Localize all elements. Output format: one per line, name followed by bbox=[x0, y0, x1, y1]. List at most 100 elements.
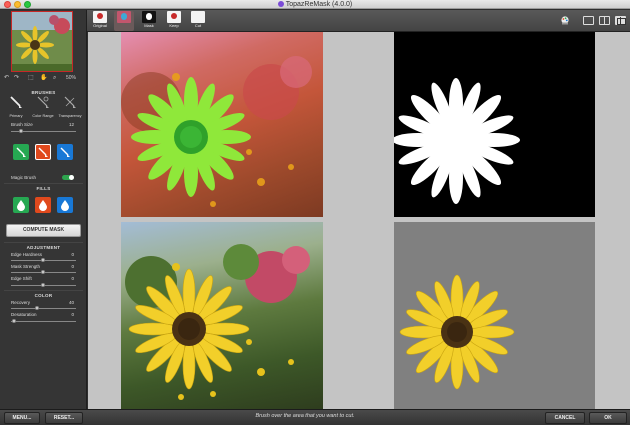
primary-brush-icon bbox=[10, 96, 22, 108]
magic-brush-label: Magic Brush bbox=[11, 175, 37, 180]
cut-result-preview[interactable] bbox=[394, 222, 595, 409]
zoom-icon[interactable]: ⌕ bbox=[53, 74, 56, 82]
paint-icon[interactable] bbox=[560, 16, 570, 25]
compute-brush-button[interactable] bbox=[57, 144, 73, 160]
zoom-level: 50% bbox=[66, 75, 77, 81]
primary-brush-tool[interactable]: Primary bbox=[4, 96, 28, 118]
hand-icon[interactable]: ✋ bbox=[40, 74, 47, 82]
color-range-brush-label: Color Range bbox=[32, 114, 54, 118]
top-toolbar: Original Mask Keep Cut bbox=[0, 10, 630, 32]
view-original-button[interactable]: Original bbox=[90, 11, 110, 31]
left-sidebar: ↶ ↷ ⬚ ✋ ⌕ 50% BRUSHES Primary Color Rang… bbox=[0, 10, 87, 409]
keep-brush-icon bbox=[16, 147, 26, 157]
original-view-icon bbox=[93, 11, 107, 23]
cut-fill-button[interactable] bbox=[35, 197, 51, 213]
split-view-icon[interactable] bbox=[599, 16, 610, 25]
cancel-button[interactable]: CANCEL bbox=[545, 412, 585, 424]
recovery-value: 40 bbox=[68, 300, 74, 305]
original-preview[interactable] bbox=[121, 222, 323, 409]
transparency-brush-label: Transparency bbox=[58, 114, 82, 118]
reset-button[interactable]: RESET... bbox=[45, 412, 83, 424]
color-range-brush-icon bbox=[37, 96, 49, 108]
transparency-brush-tool[interactable]: Transparency bbox=[58, 96, 82, 118]
recovery-knob[interactable] bbox=[35, 306, 39, 310]
original-image bbox=[125, 244, 310, 400]
ok-button[interactable]: OK bbox=[589, 412, 627, 424]
color-title: COLOR bbox=[34, 293, 53, 298]
navigator-thumbnail[interactable] bbox=[11, 11, 73, 72]
edge-shift-value: 0 bbox=[71, 276, 74, 281]
cut-brush-button[interactable] bbox=[35, 144, 51, 160]
overlay-image bbox=[121, 56, 312, 207]
edge-shift-knob[interactable] bbox=[41, 283, 45, 287]
edge-hardness-value: 0 bbox=[71, 252, 74, 257]
fit-icon[interactable]: ⬚ bbox=[28, 74, 34, 82]
cut-result-image bbox=[399, 274, 515, 390]
edge-hardness-label: Edge Hardness bbox=[11, 252, 43, 257]
recovery-label: Recovery bbox=[11, 300, 31, 305]
divider bbox=[4, 183, 83, 184]
compute-fill-icon bbox=[61, 200, 69, 211]
cut-brush-icon bbox=[38, 147, 48, 157]
mask-preview[interactable] bbox=[394, 32, 595, 217]
quad-view-icon[interactable] bbox=[615, 16, 626, 25]
window-title-text: TopazReMask (4.0.0) bbox=[285, 1, 353, 8]
brush-size-value: 12 bbox=[68, 122, 74, 127]
view-keep-label: Keep bbox=[169, 23, 179, 28]
navigator-tools: ↶ ↷ ⬚ ✋ ⌕ 50% bbox=[2, 74, 82, 82]
overlay-preview[interactable] bbox=[121, 32, 323, 217]
overlay-view-icon bbox=[117, 11, 131, 23]
desaturation-slider[interactable] bbox=[11, 319, 76, 323]
edge-shift-label: Edge Shift bbox=[11, 276, 32, 281]
view-mask-label: Mask bbox=[144, 23, 154, 28]
brush-size-knob[interactable] bbox=[19, 129, 23, 133]
desaturation-knob[interactable] bbox=[12, 319, 16, 323]
cut-view-icon bbox=[191, 11, 205, 23]
bottom-bar: MENU... RESET... Brush over the area tha… bbox=[0, 409, 630, 425]
fills-title: FILLS bbox=[36, 186, 51, 191]
divider bbox=[4, 290, 83, 291]
color-range-brush-tool[interactable]: Color Range bbox=[31, 96, 55, 118]
mask-view-icon bbox=[142, 11, 156, 23]
view-cut-button[interactable]: Cut bbox=[188, 11, 208, 31]
compute-mask-button[interactable]: COMPUTE MASK bbox=[6, 224, 81, 237]
mask-image bbox=[394, 78, 520, 204]
desaturation-label: Desaturation bbox=[11, 312, 37, 317]
brush-size-slider[interactable] bbox=[11, 129, 76, 133]
edge-hardness-knob[interactable] bbox=[41, 258, 45, 262]
status-message: Brush over the area that you want to cut… bbox=[255, 413, 355, 419]
cut-fill-icon bbox=[39, 200, 47, 211]
redo-icon[interactable]: ↷ bbox=[14, 74, 19, 82]
mask-strength-knob[interactable] bbox=[41, 270, 45, 274]
undo-icon[interactable]: ↶ bbox=[4, 74, 9, 82]
recovery-slider[interactable] bbox=[11, 306, 76, 310]
keep-fill-button[interactable] bbox=[13, 197, 29, 213]
keep-view-icon bbox=[167, 11, 181, 23]
topaz-logo-icon bbox=[277, 1, 284, 7]
single-view-icon[interactable] bbox=[583, 16, 594, 25]
keep-fill-icon bbox=[17, 200, 25, 211]
brushes-title: BRUSHES bbox=[31, 90, 56, 95]
view-original-label: Original bbox=[93, 23, 107, 28]
menu-button[interactable]: MENU... bbox=[4, 412, 40, 424]
mask-strength-slider[interactable] bbox=[11, 270, 76, 274]
keep-brush-button[interactable] bbox=[13, 144, 29, 160]
edge-hardness-slider[interactable] bbox=[11, 258, 76, 262]
preview-canvas[interactable] bbox=[88, 32, 630, 409]
view-overlay-button[interactable] bbox=[114, 11, 134, 31]
magic-brush-toggle[interactable] bbox=[62, 175, 74, 180]
view-keep-button[interactable]: Keep bbox=[164, 11, 184, 31]
compute-fill-button[interactable] bbox=[57, 197, 73, 213]
brush-size-label: Brush Size bbox=[11, 122, 33, 127]
view-mask-button[interactable]: Mask bbox=[139, 11, 159, 31]
mask-strength-value: 0 bbox=[71, 264, 74, 269]
compute-brush-icon bbox=[60, 147, 70, 157]
navigator-image bbox=[12, 12, 72, 71]
divider bbox=[4, 242, 83, 243]
transparency-brush-icon bbox=[64, 96, 76, 108]
title-bar: TopazReMask (4.0.0) bbox=[0, 0, 630, 9]
remask-window: TopazReMask (4.0.0) Original Mask Keep C… bbox=[0, 0, 630, 425]
adjustment-title: ADJUSTMENT bbox=[26, 245, 61, 250]
edge-shift-slider[interactable] bbox=[11, 283, 76, 287]
mask-strength-label: Mask Strength bbox=[11, 264, 41, 269]
